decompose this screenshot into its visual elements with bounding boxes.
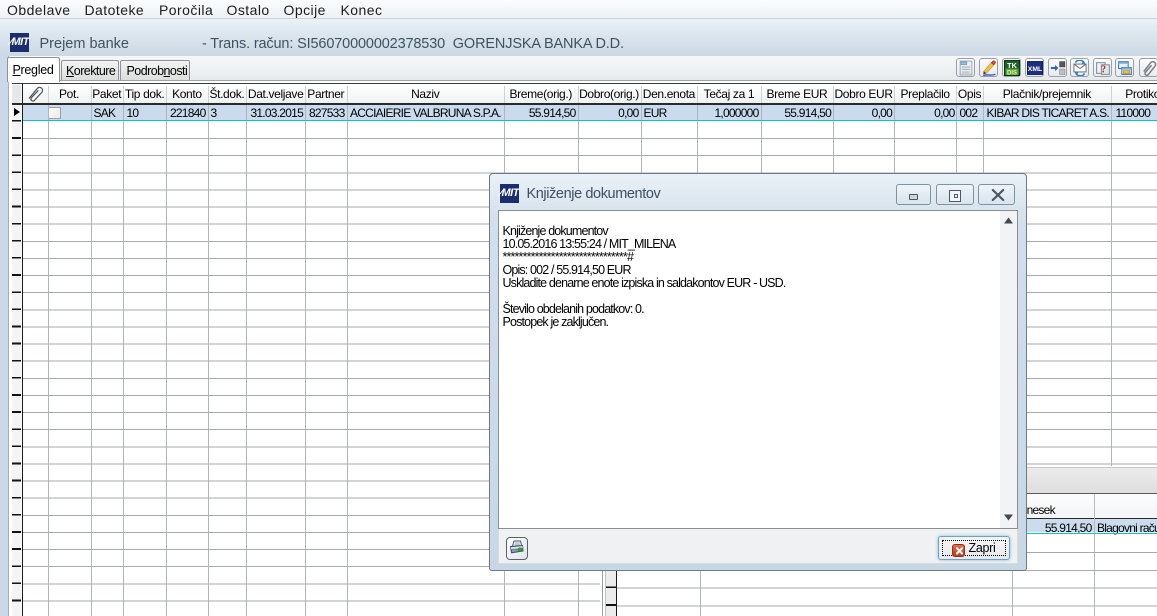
svg-text:TK: TK	[1007, 61, 1017, 70]
svg-text:XML: XML	[1028, 66, 1042, 73]
svg-text:?: ?	[1101, 64, 1106, 75]
svg-text:DIS: DIS	[1007, 70, 1017, 75]
